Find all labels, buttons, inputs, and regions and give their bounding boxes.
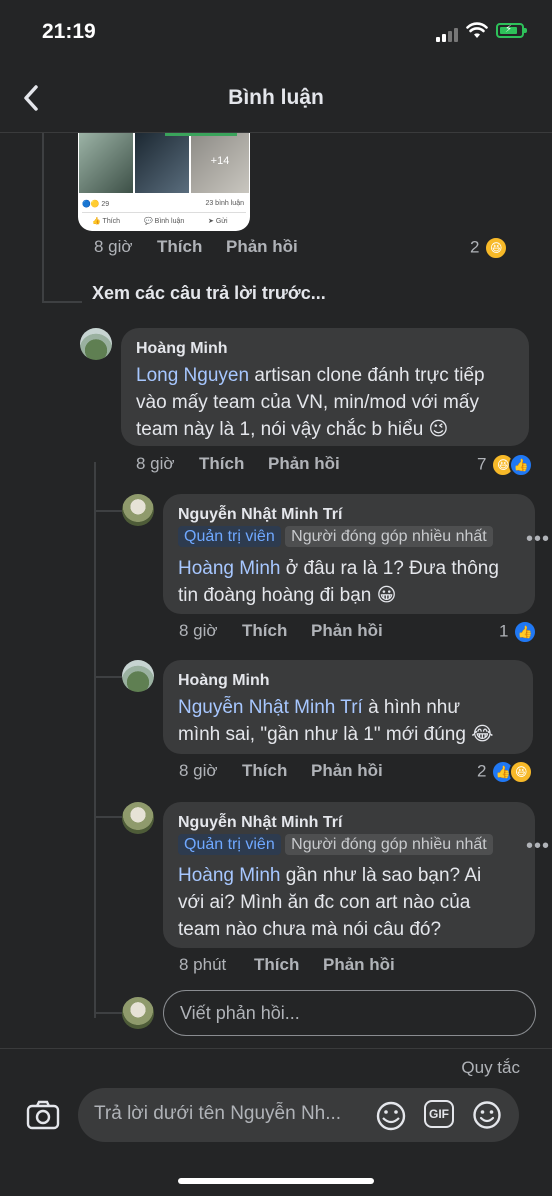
reply-button[interactable]: Phản hồi [268,454,340,474]
more-photos-count: +14 [210,155,230,167]
my-avatar [122,997,154,1029]
preview-send-button: ➤ Gửi [208,218,228,225]
gif-button[interactable]: GIF [424,1100,454,1128]
battery-charging-icon: ⚡ [496,23,527,38]
thread-line [94,510,122,512]
comment-bubble: Hoàng Minh Long Nguyen artisan clone đán… [121,328,529,446]
admin-badge[interactable]: Quản trị viên [178,834,281,855]
comment-time: 8 giờ [179,621,218,640]
more-badges-button[interactable]: ••• [526,835,550,858]
keyboard-photo [79,133,133,193]
avatar[interactable] [122,660,154,692]
page-title: Bình luận [228,86,324,109]
preview-comment-button: 💬 Bình luận [144,218,185,225]
haha-emoji-icon: 😆 [509,760,534,784]
avatar[interactable] [122,494,154,526]
rules-link[interactable]: Quy tắc [461,1058,520,1078]
haha-emoji-icon: 😆 [484,236,509,260]
thread-line [42,133,44,303]
thread-line [94,462,96,1018]
comment-text: Hoàng Minh gần như là sao bạn? Ai với ai… [178,865,482,940]
keyboard-photo [135,133,189,193]
like-emoji-icon: 👍 [513,620,538,644]
reaction-summary[interactable]: 2 😆 [470,236,509,260]
comment-author[interactable]: Nguyễn Nhật Minh Trí [178,814,342,832]
top-contributor-badge[interactable]: Người đóng góp nhiều nhất [285,834,493,855]
thread-line [94,816,122,818]
reaction-summary[interactable]: 1 👍 [499,620,538,644]
top-contributor-badge[interactable]: Người đóng góp nhiều nhất [285,526,493,547]
comment-bubble: Hoàng Minh Nguyễn Nhật Minh Trí à hình n… [163,660,533,754]
comment-author[interactable]: Hoàng Minh [136,340,228,358]
signal-icon [436,26,462,42]
view-previous-replies[interactable]: Xem các câu trả lời trước... [92,283,326,304]
highlight-bar [165,133,237,136]
comment-text: Hoàng Minh ở đâu ra là 1? Đưa thông tin … [178,558,499,606]
reply-button[interactable]: Phản hồi [226,237,298,257]
like-button[interactable]: Thích [254,955,299,975]
comment-bubble: Nguyễn Nhật Minh Trí Quản trị viên Người… [163,802,535,948]
badge-row: Quản trị viên Người đóng góp nhiều nhất [178,526,493,547]
divider [82,212,246,213]
comment-time: 8 giờ [136,454,175,473]
comment-text: Long Nguyen artisan clone đánh trực tiếp… [136,365,485,440]
preview-comment-count: 23 bình luận [205,200,244,207]
wifi-icon [466,22,488,38]
reply-placeholder: Viết phản hồi... [180,1003,300,1023]
comment-time: 8 phút [179,955,227,974]
like-button[interactable]: Thích [199,454,244,474]
comment-text: Nguyễn Nhật Minh Trí à hình như mình sai… [178,697,494,745]
emoji-icon[interactable] [472,1100,502,1130]
preview-reaction-count: 🔵🟡 29 [82,201,110,208]
composer-placeholder: Trả lời dưới tên Nguyễn Nh... [94,1103,342,1124]
comment-author[interactable]: Hoàng Minh [178,672,270,690]
reaction-summary[interactable]: 7 😆 👍 [477,453,534,477]
sticker-icon[interactable] [374,1100,408,1132]
reply-button[interactable]: Phản hồi [323,955,395,975]
like-button[interactable]: Thích [242,761,287,781]
like-emoji-icon: 👍 [509,453,534,477]
home-indicator [178,1178,374,1184]
reply-button[interactable]: Phản hồi [311,621,383,641]
thread-line [94,1012,122,1014]
comment-time: 8 giờ [94,237,133,256]
mention-link[interactable]: Hoàng Minh [178,865,280,886]
reply-input[interactable]: Viết phản hồi... [163,990,536,1036]
shared-post-preview[interactable]: +14 🔵🟡 29 23 bình luận 👍 Thích 💬 Bình lu… [78,133,250,231]
like-button[interactable]: Thích [157,237,202,257]
avatar[interactable] [122,802,154,834]
badge-row: Quản trị viên Người đóng góp nhiều nhất [178,834,493,855]
comment-time: 8 giờ [179,761,218,780]
mention-link[interactable]: Long Nguyen [136,365,249,386]
thread-line [94,676,122,678]
comment-bubble: Nguyễn Nhật Minh Trí Quản trị viên Người… [163,494,535,614]
mention-link[interactable]: Nguyễn Nhật Minh Trí [178,697,363,718]
comment-author[interactable]: Nguyễn Nhật Minh Trí [178,506,342,524]
reaction-summary[interactable]: 2 👍 😆 [477,760,534,784]
status-time: 21:19 [42,20,96,43]
like-button[interactable]: Thích [242,621,287,641]
camera-icon[interactable] [26,1099,60,1131]
admin-badge[interactable]: Quản trị viên [178,526,281,547]
comment-composer[interactable]: Trả lời dưới tên Nguyễn Nh... GIF [78,1088,519,1142]
reply-button[interactable]: Phản hồi [311,761,383,781]
avatar[interactable] [80,328,112,360]
more-badges-button[interactable]: ••• [526,528,550,551]
mention-link[interactable]: Hoàng Minh [178,558,280,579]
preview-like-button: 👍 Thích [92,218,121,225]
thread-line [42,301,82,303]
